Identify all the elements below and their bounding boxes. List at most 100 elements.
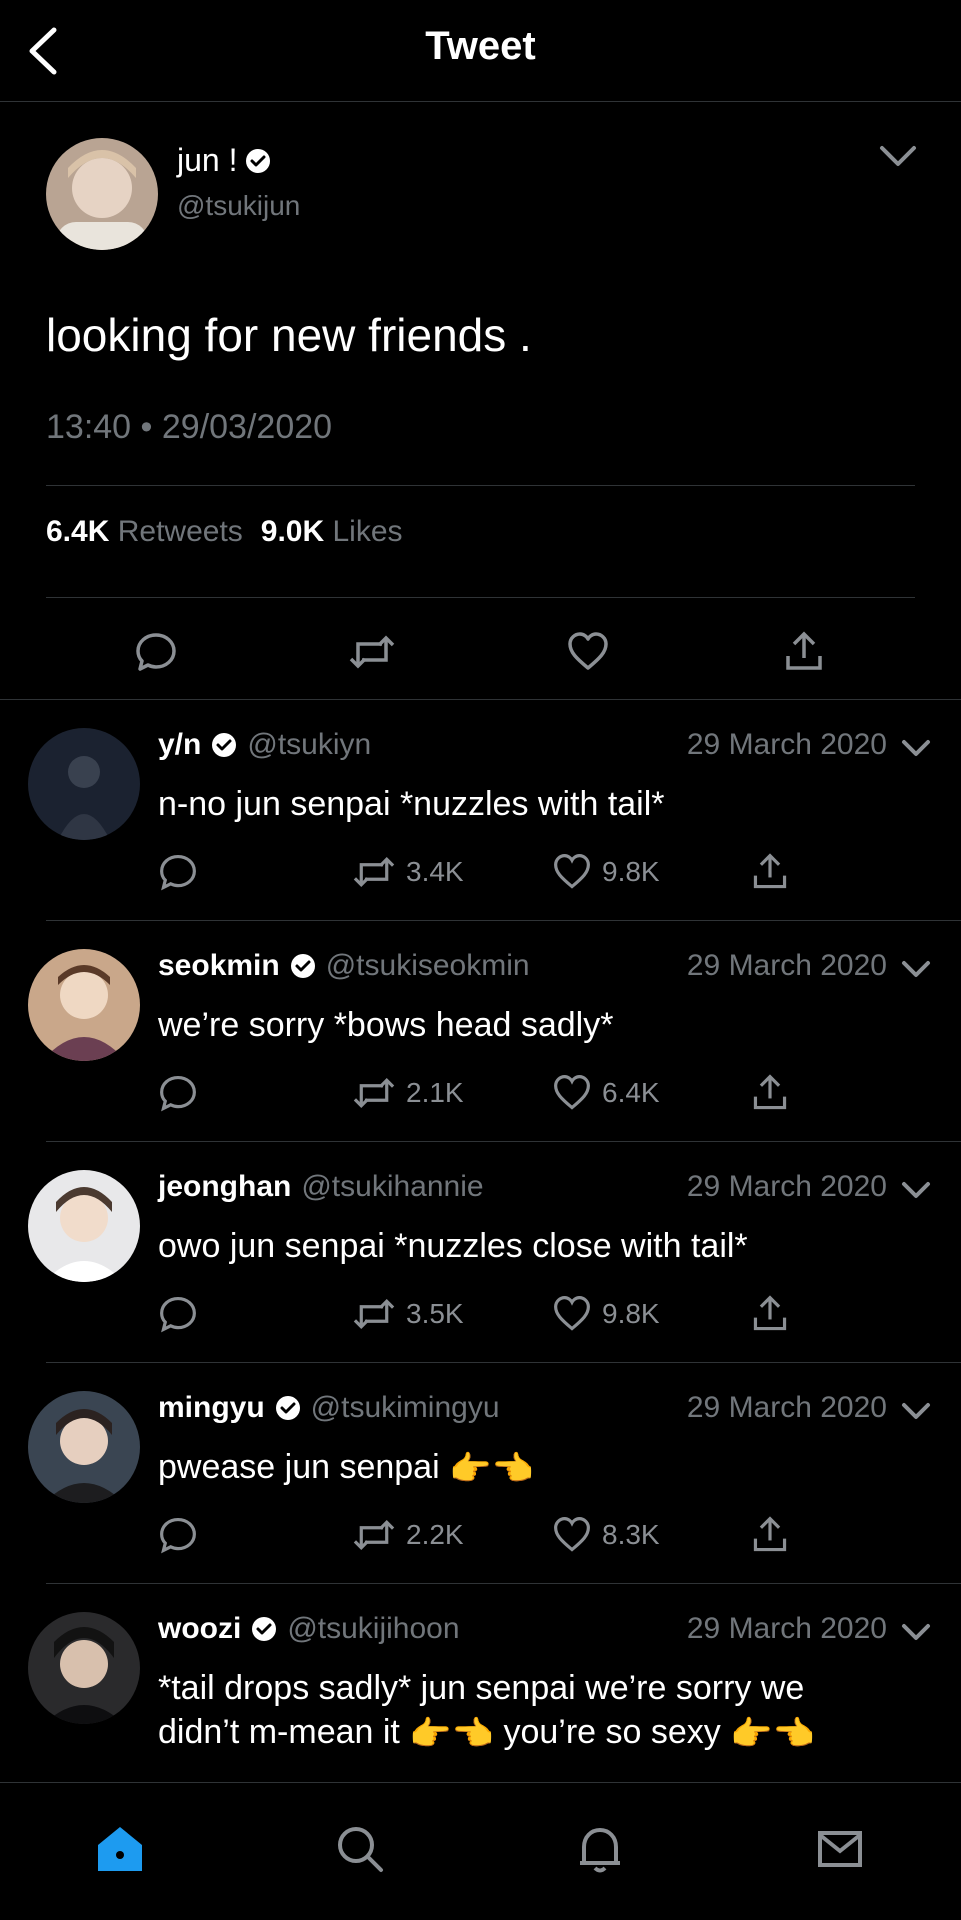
retweet-count: 3.4K <box>406 856 464 887</box>
bottom-tab-bar <box>0 1782 961 1920</box>
author-handle[interactable]: @tsukijihoon <box>287 1612 459 1646</box>
reply-actions: 3.5K 9.8K <box>158 1292 798 1336</box>
author-name[interactable]: jun ! <box>177 142 237 179</box>
share-button[interactable] <box>750 1513 790 1557</box>
reply-icon <box>160 1075 196 1112</box>
tweet-stats: 6.4K Retweets 9.0K Likes <box>46 515 403 549</box>
more-options-button[interactable] <box>899 734 933 762</box>
retweet-button[interactable]: 3.5K <box>352 1292 464 1336</box>
reply-button[interactable] <box>158 850 198 894</box>
reply-button[interactable] <box>126 622 186 682</box>
like-button[interactable]: 8.3K <box>552 1513 660 1557</box>
verified-badge-icon <box>246 148 271 173</box>
author-name[interactable]: y/n <box>158 728 201 762</box>
share-icon <box>753 1516 787 1552</box>
divider <box>46 597 915 598</box>
retweets-stat[interactable]: 6.4K Retweets <box>46 515 243 549</box>
page-title: Tweet <box>425 24 536 68</box>
more-options-button[interactable] <box>876 138 920 174</box>
reply-icon <box>136 633 176 671</box>
like-button[interactable]: 6.4K <box>552 1071 660 1115</box>
heart-icon <box>568 632 608 670</box>
share-icon <box>753 853 787 889</box>
more-options-button[interactable] <box>899 955 933 983</box>
notifications-icon <box>580 1828 620 1873</box>
more-options-button[interactable] <box>899 1397 933 1425</box>
like-button[interactable] <box>558 622 618 682</box>
reply-date: 29 March 2020 <box>686 1391 887 1424</box>
likes-stat[interactable]: 9.0K Likes <box>261 515 403 549</box>
author-name[interactable]: woozi <box>158 1612 241 1646</box>
like-count: 9.8K <box>602 856 660 887</box>
reply-date: 29 March 2020 <box>686 1170 887 1203</box>
reply-button[interactable] <box>158 1071 198 1115</box>
author-name[interactable]: mingyu <box>158 1391 265 1425</box>
like-button[interactable]: 9.8K <box>552 850 660 894</box>
more-options-button[interactable] <box>899 1176 933 1204</box>
verified-badge-icon <box>212 733 237 757</box>
share-icon <box>786 631 822 670</box>
share-button[interactable] <box>750 1292 790 1336</box>
retweet-icon <box>353 1078 395 1108</box>
home-icon <box>98 1827 142 1871</box>
retweet-button[interactable] <box>342 622 402 682</box>
retweet-count: 2.1K <box>406 1077 464 1108</box>
tweet-text: looking for new friends . <box>46 309 532 361</box>
like-count: 6.4K <box>602 1077 660 1108</box>
chevron-down-icon <box>902 1182 930 1198</box>
avatar[interactable] <box>28 1391 140 1503</box>
reply-tweet[interactable]: y/n @tsukiyn 29 March 2020 n-no jun senp… <box>0 700 961 921</box>
reply-date: 29 March 2020 <box>686 949 887 982</box>
chevron-down-icon <box>902 961 930 977</box>
tab-search[interactable] <box>330 1819 390 1879</box>
author-handle[interactable]: @tsukimingyu <box>311 1391 500 1425</box>
reply-tweet[interactable]: mingyu @tsukimingyu 29 March 2020 pwease… <box>0 1363 961 1584</box>
main-tweet: jun ! @tsukijun looking for new friends … <box>0 102 961 700</box>
tab-home[interactable] <box>90 1819 150 1879</box>
author-name[interactable]: seokmin <box>158 949 280 983</box>
verified-badge-icon <box>275 1396 300 1420</box>
tab-messages[interactable] <box>810 1819 870 1879</box>
like-count: 8.3K <box>602 1519 660 1550</box>
reply-tweet[interactable]: seokmin @tsukiseokmin 29 March 2020 we’r… <box>0 921 961 1142</box>
share-button[interactable] <box>750 850 790 894</box>
reply-date: 29 March 2020 <box>686 1612 887 1645</box>
divider <box>46 485 915 486</box>
verified-badge-icon <box>252 1617 277 1641</box>
author-handle[interactable]: @tsukijun <box>177 190 300 222</box>
more-options-button[interactable] <box>899 1618 933 1646</box>
chevron-down-icon <box>880 146 916 166</box>
avatar[interactable] <box>46 138 158 250</box>
reply-button[interactable] <box>158 1292 198 1336</box>
tab-notifications[interactable] <box>570 1819 630 1879</box>
top-bar: Tweet <box>0 0 961 102</box>
author-row: woozi @tsukijihoon <box>158 1612 460 1646</box>
reply-tweet[interactable]: jeonghan @tsukihannie 29 March 2020 owo … <box>0 1142 961 1363</box>
like-button[interactable]: 9.8K <box>552 1292 660 1336</box>
retweet-icon <box>353 1520 395 1550</box>
author-row: jun ! <box>177 142 271 179</box>
author-name[interactable]: jeonghan <box>158 1170 291 1204</box>
avatar[interactable] <box>28 949 140 1061</box>
author-handle[interactable]: @tsukihannie <box>301 1170 483 1204</box>
avatar[interactable] <box>28 1612 140 1724</box>
author-row: jeonghan @tsukihannie <box>158 1170 484 1204</box>
tweet-timestamp: 13:40 • 29/03/2020 <box>46 408 333 446</box>
avatar[interactable] <box>28 728 140 840</box>
share-button[interactable] <box>750 1071 790 1115</box>
reply-actions: 2.1K 6.4K <box>158 1071 798 1115</box>
avatar[interactable] <box>28 1170 140 1282</box>
retweet-button[interactable]: 3.4K <box>352 850 464 894</box>
share-icon <box>753 1295 787 1331</box>
share-button[interactable] <box>774 622 834 682</box>
author-handle[interactable]: @tsukiseokmin <box>326 949 530 983</box>
retweet-count: 2.2K <box>406 1519 464 1550</box>
chevron-down-icon <box>902 740 930 756</box>
retweet-button[interactable]: 2.2K <box>352 1513 464 1557</box>
chevron-down-icon <box>902 1624 930 1640</box>
retweet-button[interactable]: 2.1K <box>352 1071 464 1115</box>
heart-icon <box>554 854 590 889</box>
reply-tweet[interactable]: woozi @tsukijihoon 29 March 2020 *tail d… <box>0 1584 961 1782</box>
author-handle[interactable]: @tsukiyn <box>247 728 371 762</box>
reply-button[interactable] <box>158 1513 198 1557</box>
